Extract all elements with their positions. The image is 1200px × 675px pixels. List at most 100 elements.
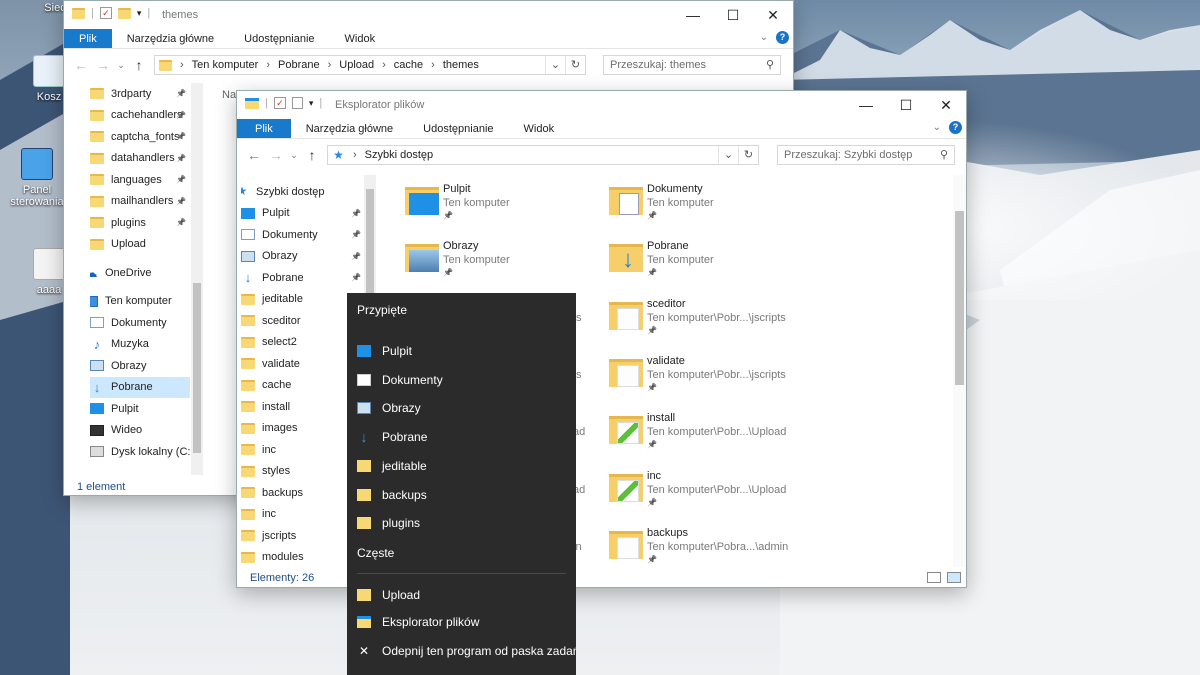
nav-item[interactable]: ↓ Pobrane 📌: [241, 267, 365, 289]
jump-pinned-item[interactable]: backups: [347, 481, 576, 509]
nav-item[interactable]: Pulpit: [90, 398, 190, 420]
properties-icon[interactable]: ✓: [273, 97, 286, 109]
minimize-button[interactable]: —: [846, 91, 886, 119]
refresh-icon[interactable]: ↻: [738, 146, 758, 164]
search-input[interactable]: Przeszukaj: themes ⚲: [603, 55, 781, 75]
column-header-name[interactable]: Na: [222, 89, 236, 101]
pin-icon[interactable]: 📌: [176, 89, 186, 98]
breadcrumb-cache[interactable]: cache: [394, 59, 423, 71]
tab-share[interactable]: Udostępnianie: [229, 29, 329, 48]
breadcrumb-ten-komputer[interactable]: Ten komputer: [192, 59, 259, 71]
tab-home[interactable]: Narzędzia główne: [112, 29, 229, 48]
refresh-icon[interactable]: ↻: [565, 56, 585, 74]
tab-home[interactable]: Narzędzia główne: [291, 119, 408, 138]
close-button[interactable]: ✕: [926, 91, 966, 119]
pin-icon[interactable]: 📌: [351, 209, 361, 218]
nav-item[interactable]: languages 📌: [90, 169, 190, 191]
close-button[interactable]: ✕: [753, 1, 793, 29]
folder-tile[interactable]: ↓ Pobrane Ten komputer 📌: [605, 236, 795, 284]
nav-item[interactable]: Dokumenty: [90, 312, 190, 334]
tab-view[interactable]: Widok: [330, 29, 391, 48]
nav-item[interactable]: datahandlers 📌: [90, 148, 190, 170]
nav-item[interactable]: ★ Szybki dostęp: [241, 181, 365, 203]
navigation-pane[interactable]: 3rdparty 📌 cachehandlers 📌 captcha_fonts 📌 dat…: [90, 83, 190, 463]
nav-item[interactable]: Obrazy: [90, 355, 190, 377]
nav-item[interactable]: Obrazy 📌: [241, 246, 365, 268]
details-view-icon[interactable]: [927, 572, 941, 583]
breadcrumb-themes[interactable]: themes: [443, 59, 479, 71]
pin-icon[interactable]: 📌: [176, 111, 186, 120]
pin-icon[interactable]: 📌: [176, 218, 186, 227]
folder-tile[interactable]: validate Ten komputer\Pobr...\jscripts 📌: [605, 351, 795, 399]
folder-tile[interactable]: inc Ten komputer\Pobr...\Upload 📌: [605, 466, 795, 514]
jump-task-item[interactable]: Eksplorator plików: [347, 608, 576, 636]
nav-item[interactable]: Dysk lokalny (C:): [90, 441, 190, 463]
maximize-button[interactable]: ☐: [713, 1, 753, 29]
folder-tile[interactable]: Obrazy Ten komputer 📌: [401, 236, 591, 284]
tab-file[interactable]: Plik: [64, 29, 112, 48]
jump-pinned-item[interactable]: jeditable: [347, 452, 576, 480]
nav-item[interactable]: mailhandlers 📌: [90, 191, 190, 213]
folder-tile[interactable]: install Ten komputer\Pobr...\Upload 📌: [605, 408, 795, 456]
nav-item[interactable]: Ten komputer: [90, 291, 190, 313]
breadcrumb-pobrane[interactable]: Pobrane: [278, 59, 320, 71]
jump-pinned-item[interactable]: plugins: [347, 509, 576, 537]
chevron-down-icon[interactable]: ▾: [137, 8, 142, 19]
nav-item[interactable]: Upload: [90, 234, 190, 256]
folder-tile[interactable]: sceditor Ten komputer\Pobr...\jscripts 📌: [605, 294, 795, 342]
pin-icon[interactable]: 📌: [176, 175, 186, 184]
nav-item[interactable]: Dokumenty 📌: [241, 224, 365, 246]
up-button[interactable]: ↑: [301, 147, 323, 163]
title-bar[interactable]: | ✓ ▾ | themes — ☐ ✕: [64, 1, 793, 29]
jump-frequent-item[interactable]: Upload: [347, 581, 576, 609]
recent-chevron-icon[interactable]: ⌄: [114, 60, 128, 71]
pin-icon[interactable]: 📌: [351, 273, 361, 282]
nav-item[interactable]: ↓ Pobrane: [90, 376, 190, 398]
address-dropdown-icon[interactable]: ⌄: [718, 146, 738, 164]
ribbon-expand-icon[interactable]: ⌄: [760, 32, 768, 43]
nav-item[interactable]: 3rdparty 📌: [90, 83, 190, 105]
explorer-window-quick-access[interactable]: | ✓ ▾ | Eksplorator plików — ☐ ✕ Plik Na…: [236, 90, 967, 588]
jump-pinned-item[interactable]: Dokumenty: [347, 366, 576, 394]
tiles-view-icon[interactable]: [947, 572, 961, 583]
pin-icon[interactable]: 📌: [176, 197, 186, 206]
nav-item[interactable]: ♪ Muzyka: [90, 334, 190, 356]
jump-task-item[interactable]: ✕ Odepnij ten program od paska zadań: [347, 637, 576, 665]
back-button[interactable]: ←: [70, 57, 92, 73]
minimize-button[interactable]: —: [673, 1, 713, 29]
recent-chevron-icon[interactable]: ⌄: [287, 150, 301, 161]
nav-item[interactable]: captcha_fonts 📌: [90, 126, 190, 148]
nav-item[interactable]: Wideo: [90, 420, 190, 442]
tab-share[interactable]: Udostępnianie: [408, 119, 508, 138]
folder-tile[interactable]: backups Ten komputer\Pobra...\admin 📌: [605, 523, 795, 571]
tab-file[interactable]: Plik: [237, 119, 291, 138]
jump-pinned-item[interactable]: ↓ Pobrane: [347, 423, 576, 451]
new-folder-icon[interactable]: [117, 7, 131, 19]
forward-button[interactable]: →: [265, 147, 287, 163]
address-bar[interactable]: ★ › Szybki dostęp ⌄ ↻: [327, 145, 759, 165]
chevron-down-icon[interactable]: ▾: [309, 98, 314, 109]
ribbon-expand-icon[interactable]: ⌄: [933, 122, 941, 133]
nav-scrollbar[interactable]: [191, 83, 203, 475]
help-icon[interactable]: ?: [949, 121, 962, 134]
maximize-button[interactable]: ☐: [886, 91, 926, 119]
breadcrumb-szybki-dostep[interactable]: Szybki dostęp: [365, 149, 433, 161]
back-button[interactable]: ←: [243, 147, 265, 163]
search-input[interactable]: Przeszukaj: Szybki dostęp ⚲: [777, 145, 955, 165]
address-dropdown-icon[interactable]: ⌄: [545, 56, 565, 74]
title-bar[interactable]: | ✓ ▾ | Eksplorator plików — ☐ ✕: [237, 91, 966, 119]
nav-item[interactable]: ☁ OneDrive: [90, 262, 190, 284]
folder-tile[interactable]: Dokumenty Ten komputer 📌: [605, 179, 795, 227]
properties-icon[interactable]: ✓: [99, 7, 112, 19]
pin-icon[interactable]: 📌: [176, 154, 186, 163]
new-folder-icon[interactable]: [291, 97, 303, 109]
up-button[interactable]: ↑: [128, 57, 150, 73]
pin-icon[interactable]: 📌: [176, 132, 186, 141]
tab-view[interactable]: Widok: [509, 119, 570, 138]
forward-button[interactable]: →: [92, 57, 114, 73]
jump-pinned-item[interactable]: Obrazy: [347, 394, 576, 422]
address-bar[interactable]: › Ten komputer › Pobrane › Upload › cach…: [154, 55, 586, 75]
breadcrumb-upload[interactable]: Upload: [339, 59, 374, 71]
content-scrollbar[interactable]: [953, 175, 966, 567]
folder-tile[interactable]: Pulpit Ten komputer 📌: [401, 179, 591, 227]
